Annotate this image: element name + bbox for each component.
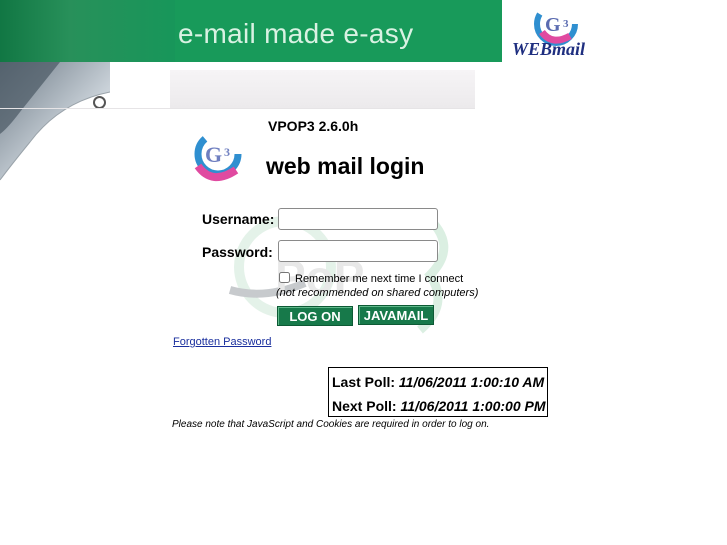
svg-text:3: 3 xyxy=(224,145,230,159)
page-title: web mail login xyxy=(266,153,425,179)
next-poll-label: Next Poll: xyxy=(332,398,397,414)
last-poll-row: Last Poll: 11/06/2011 1:00:10 AM xyxy=(332,374,544,390)
header-slogan: e-mail made e-asy xyxy=(178,18,414,49)
remember-note: (not recommended on shared computers) xyxy=(276,287,479,299)
username-field[interactable] xyxy=(278,208,438,230)
version-label: VPOP3 2.6.0h xyxy=(268,118,359,134)
svg-text:3: 3 xyxy=(563,18,569,30)
password-label: Password: xyxy=(202,244,273,260)
next-poll-row: Next Poll: 11/06/2011 1:00:00 PM xyxy=(332,398,546,414)
poll-status-box: Last Poll: 11/06/2011 1:00:10 AM Next Po… xyxy=(328,367,548,417)
header-grey-band xyxy=(170,70,475,108)
svg-text:G: G xyxy=(205,142,222,167)
last-poll-value: 11/06/2011 1:00:10 AM xyxy=(398,374,545,390)
requirements-note: Please note that JavaScript and Cookies … xyxy=(172,419,490,430)
log-on-button[interactable]: LOG ON xyxy=(277,306,353,326)
webmail-logo-text: WEBmail xyxy=(512,39,586,59)
username-label: Username: xyxy=(202,211,275,227)
next-poll-value: 11/06/2011 1:00:00 PM xyxy=(400,398,546,414)
password-field[interactable] xyxy=(278,240,438,262)
forgotten-password-link[interactable]: Forgotten Password xyxy=(173,336,271,348)
javamail-button[interactable]: JAVAMAIL xyxy=(358,305,434,325)
remember-label: Remember me next time I connect xyxy=(295,273,464,285)
last-poll-label: Last Poll: xyxy=(332,374,396,390)
g3-logo-icon: G 3 xyxy=(194,130,242,181)
remember-checkbox[interactable] xyxy=(279,272,290,283)
svg-text:G: G xyxy=(545,14,561,36)
header-photo xyxy=(0,0,175,62)
divider xyxy=(0,108,475,109)
photo-swoosh xyxy=(0,62,110,181)
webmail-logo: G 3 WEBmail xyxy=(508,2,600,64)
